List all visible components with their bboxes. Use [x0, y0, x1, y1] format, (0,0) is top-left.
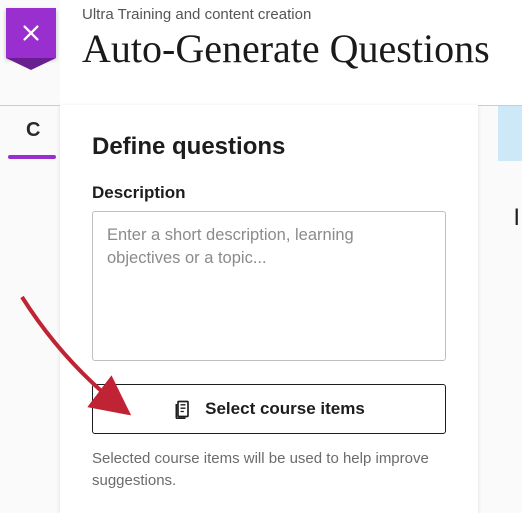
page-title: Auto-Generate Questions [82, 25, 522, 72]
main-panel: Define questions Description Select cour… [60, 105, 478, 513]
description-label: Description [92, 183, 446, 203]
select-course-items-label: Select course items [205, 399, 365, 419]
selection-hint: Selected course items will be used to he… [92, 448, 446, 492]
background-tab-letter: C [26, 119, 40, 142]
close-icon [20, 22, 42, 44]
description-textarea[interactable] [92, 211, 446, 361]
section-heading: Define questions [92, 133, 446, 161]
background-right-letter: I [513, 204, 520, 232]
close-button[interactable] [6, 8, 56, 58]
select-course-items-button[interactable]: Select course items [92, 384, 446, 434]
background-tab-underline [8, 155, 56, 159]
panel-header: Ultra Training and content creation Auto… [60, 0, 522, 105]
background-highlight-strip [498, 106, 522, 161]
breadcrumb: Ultra Training and content creation [82, 6, 522, 23]
course-items-icon [173, 399, 193, 419]
